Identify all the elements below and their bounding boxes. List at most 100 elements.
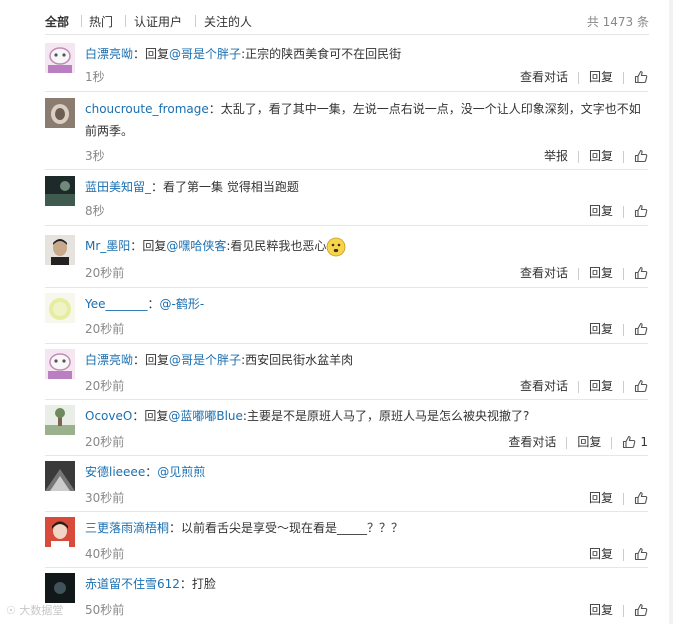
thumbs-up-icon[interactable] [634,600,648,623]
colon: ： [145,465,158,479]
avatar[interactable] [45,98,75,128]
reply-link[interactable]: 回复 [589,488,613,508]
comment-body: 打脸 [191,577,216,591]
mention-link[interactable]: @嘿哈侠客 [166,239,226,253]
reply-link[interactable]: 回复 [589,201,613,221]
username-link[interactable]: OcoveO [85,409,132,423]
comment-meta: 20秒前 查看对话 回复 [85,263,648,283]
thumbs-up-icon[interactable] [634,146,648,169]
comment-meta: 1秒 查看对话 回复 [85,67,648,87]
timestamp: 3秒 [85,149,105,163]
comment-actions: 查看对话 回复 1 [508,432,648,452]
avatar[interactable] [45,235,75,265]
username-link[interactable]: 白漂亮呦 [85,353,133,367]
comment-meta: 20秒前 查看对话 回复 [85,376,648,396]
thumbs-up-icon[interactable] [622,432,636,455]
comment-body: 以前看舌尖是享受～现在看是_____？？？ [181,521,404,535]
action-divider [623,380,624,393]
reply-link[interactable]: 回复 [589,376,613,396]
reply-link[interactable]: 回复 [589,263,613,283]
action-divider [623,492,624,505]
comment-actions: 回复 [589,201,648,221]
divider [45,225,648,226]
tab-all[interactable]: 全部 [45,13,69,30]
thumbs-up-icon[interactable] [634,376,648,399]
divider [45,567,648,568]
filter-tabs: 全部 热门 认证用户 关注的人 共 1473 条 [45,13,649,33]
timestamp: 40秒前 [85,547,125,561]
avatar[interactable] [45,573,75,603]
comment-meta: 30秒前 回复 [85,488,648,508]
comment-count: 共 1473 条 [586,15,649,29]
weibo-logo-icon: ☉ [6,604,20,617]
reply-link[interactable]: 回复 [589,67,613,87]
colon: ： [133,353,146,367]
username-link[interactable]: 白漂亮呦 [85,47,133,61]
username-link[interactable]: 赤道留不住雪612 [85,577,180,591]
tab-divider [195,15,196,27]
thumbs-up-icon[interactable] [634,488,648,511]
reply-link[interactable]: 回复 [589,600,613,620]
comment-body: :西安回民街水盆羊肉 [241,353,354,367]
action-divider [566,436,568,449]
colon: ： [132,409,145,423]
comment-actions: 举报 回复 [544,146,648,166]
avatar[interactable] [45,293,75,323]
comment-text: Yee_______：@-鹤形- [85,293,648,315]
username-link[interactable]: 三更落雨滴梧桐 [85,521,169,535]
comment-text: 蓝田美知留_：看了第一集 觉得相当跑题 [85,176,648,198]
action-divider [623,548,624,561]
thumbs-up-icon[interactable] [634,544,648,567]
reply-link[interactable]: 回复 [589,319,613,339]
comment-body: :正宗的陕西美食可不在回民街 [241,47,402,61]
avatar[interactable] [45,405,75,435]
mention-link[interactable]: @哥是个胖子 [169,47,241,61]
avatar[interactable] [45,461,75,491]
username-link[interactable]: 安德lieeee [85,465,145,479]
thumbs-up-icon[interactable] [634,319,648,342]
avatar[interactable] [45,43,75,73]
comment-text: 白漂亮呦：回复@哥是个胖子:西安回民街水盆羊肉 [85,349,648,371]
reply-link[interactable]: 回复 [589,146,613,166]
action-divider [577,267,579,280]
view-thread-link[interactable]: 查看对话 [520,263,568,283]
divider [45,287,648,288]
username-link[interactable]: 蓝田美知留_ [85,180,151,194]
tab-hot[interactable]: 热门 [89,13,113,30]
report-link[interactable]: 举报 [544,146,568,166]
mention-link[interactable]: @蓝嘟嘟Blue [168,409,243,423]
mention-link[interactable]: @-鹤形- [160,297,205,311]
username-link[interactable]: Mr_墨阳 [85,239,130,253]
action-divider [623,71,624,84]
comment-text: 安德lieeee：@见煎煎 [85,461,648,483]
timestamp: 20秒前 [85,322,125,336]
comment-body: 看了第一集 觉得相当跑题 [163,180,299,194]
view-thread-link[interactable]: 查看对话 [520,67,568,87]
colon: ： [133,47,146,61]
reply-link[interactable]: 回复 [577,432,601,452]
action-divider [611,436,613,449]
timestamp: 8秒 [85,204,105,218]
username-link[interactable]: Yee_______ [85,297,148,311]
mention-link[interactable]: @见煎煎 [157,465,205,479]
reply-link[interactable]: 回复 [589,544,613,564]
comment-body: :看见民粹我也恶心 [226,239,327,253]
avatar[interactable] [45,176,75,206]
username-link[interactable]: choucroute_fromage [85,102,209,116]
view-thread-link[interactable]: 查看对话 [508,432,556,452]
timestamp: 20秒前 [85,379,125,393]
tab-following[interactable]: 关注的人 [204,13,252,30]
avatar[interactable] [45,349,75,379]
view-thread-link[interactable]: 查看对话 [520,376,568,396]
reply-prefix: 回复 [145,353,170,367]
watermark: ☉ 大数据堂 [6,602,63,618]
colon: ： [169,521,182,535]
thumbs-up-icon[interactable] [634,263,648,286]
colon: ： [151,180,164,194]
mention-link[interactable]: @哥是个胖子 [169,353,241,367]
avatar[interactable] [45,517,75,547]
thumbs-up-icon[interactable] [634,67,648,90]
thumbs-up-icon[interactable] [634,201,648,224]
scrollbar[interactable] [669,0,673,624]
tab-verified[interactable]: 认证用户 [134,13,182,30]
